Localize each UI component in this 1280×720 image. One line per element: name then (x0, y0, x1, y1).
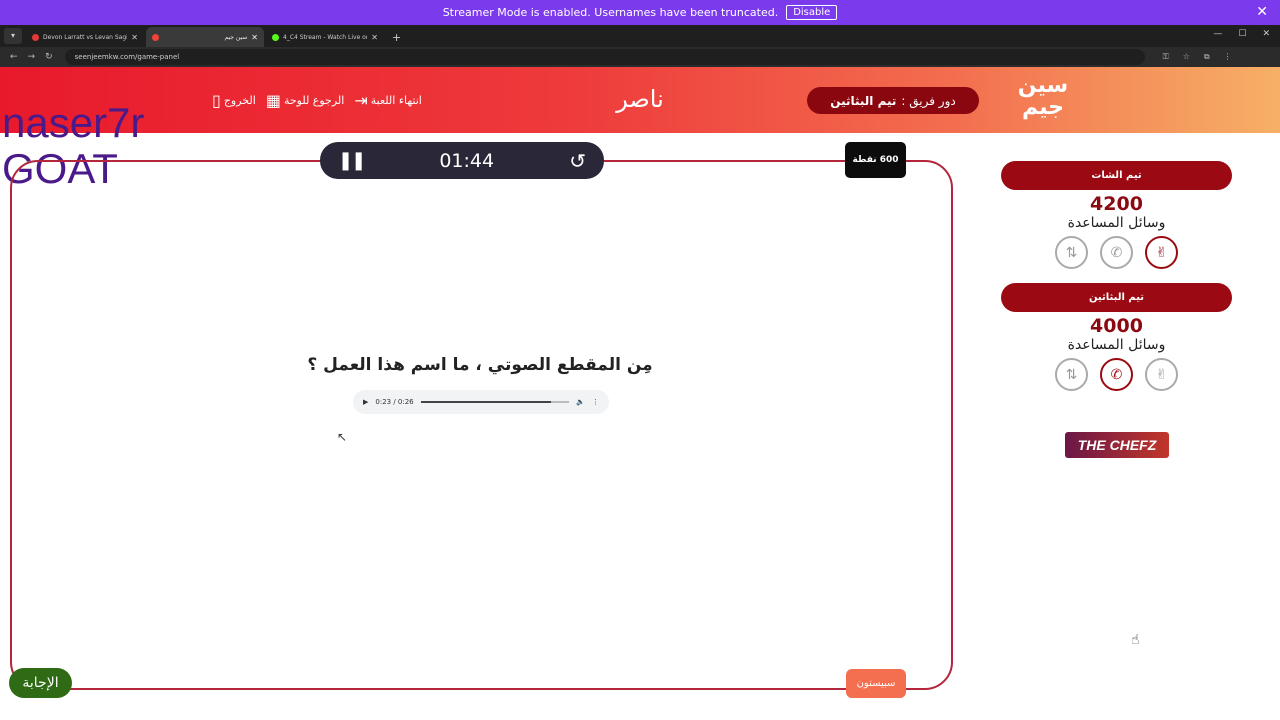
team-name: تيم الشات (1001, 161, 1232, 190)
tab-favicon-icon (32, 33, 39, 41)
phone-icon[interactable]: ✆ (1100, 358, 1133, 391)
end-game-button[interactable]: ⇥ انتهاء اللعبة (354, 91, 422, 110)
window-controls: — ☐ ✕ (1213, 29, 1270, 39)
tab-label: 4_C4 Stream - Watch Live on Ki... (283, 33, 367, 41)
sponsor-logo: THE CHEFZ (1065, 432, 1169, 458)
forward-icon[interactable]: → (28, 52, 36, 62)
team-name: تيم البثاثين (1001, 283, 1232, 312)
timer-display: 01:44 (439, 149, 495, 172)
browser-toolbar-icons: ⚿ ☆ ⧉ ⋮ (1163, 52, 1232, 62)
team-turn-badge: دور فريق : تيم البثاثين (807, 87, 979, 114)
player-name: ناصر (616, 85, 664, 113)
url-text: seenjeemkw.com/game-panel (74, 53, 180, 61)
overlay-line-1: naser7r (2, 99, 145, 146)
points-badge: 600 نقطة (845, 142, 906, 178)
back-to-board-button[interactable]: ▦ الرجوع للوحة (266, 91, 345, 110)
audio-seek-bar[interactable] (420, 401, 570, 403)
tab-label: Devon Larratt vs Levan Saginas... (43, 33, 127, 41)
address-bar-row: ← → ↻ seenjeemkw.com/game-panel ⚿ ☆ ⧉ ⋮ (0, 47, 1280, 67)
browser-tab[interactable]: 4_C4 Stream - Watch Live on Ki... ✕ (266, 27, 384, 47)
swap-icon[interactable]: ⇅ (1055, 358, 1088, 391)
question-text: مِن المقطع الصوتي ، ما اسم هذا العمل ؟ (307, 355, 653, 375)
header-actions: ▯ الخروج ▦ الرجوع للوحة ⇥ انتهاء اللعبة (212, 91, 422, 110)
new-tab-icon[interactable]: + (392, 31, 401, 44)
audio-player[interactable]: ▶ 0:23 / 0:26 🔈 ⋮ (353, 390, 609, 414)
tab-favicon-icon (152, 33, 159, 41)
brand-logo: سين جيم (1017, 73, 1069, 120)
grid-icon: ▦ (265, 91, 281, 110)
victory-hand-icon[interactable]: ✌ (1145, 236, 1178, 269)
victory-hand-icon[interactable]: ✌ (1145, 358, 1178, 391)
audio-time: 0:23 / 0:26 (375, 398, 414, 406)
bookmark-star-icon[interactable]: ☆ (1183, 52, 1190, 62)
tab-label: سين جيم (224, 33, 248, 41)
team-score: 4000 (1090, 315, 1143, 337)
question-board (10, 160, 953, 690)
url-input[interactable]: seenjeemkw.com/game-panel (64, 49, 1145, 65)
back-to-board-label: الرجوع للوحة (283, 94, 345, 107)
turn-prefix: دور فريق : (901, 93, 956, 108)
aids-row: ⇅ ✆ ✌ (1001, 358, 1232, 391)
minimize-icon[interactable]: — (1213, 29, 1222, 39)
back-icon[interactable]: ← (10, 52, 18, 62)
category-badge: سبيستون (846, 669, 906, 698)
close-tab-icon[interactable]: ✕ (371, 33, 378, 42)
browser-tab-active[interactable]: سين جيم ✕ (146, 27, 264, 47)
hand-cursor-icon: ☝ (1131, 632, 1140, 648)
banner-text: Streamer Mode is enabled. Usernames have… (442, 6, 779, 19)
maximize-icon[interactable]: ☐ (1238, 29, 1246, 39)
phone-icon[interactable]: ✆ (1100, 236, 1133, 269)
reset-timer-icon[interactable]: ↺ (569, 149, 586, 173)
pause-icon[interactable]: ❚❚ (338, 150, 366, 171)
play-icon[interactable]: ▶ (363, 398, 368, 406)
close-window-icon[interactable]: ✕ (1262, 29, 1270, 39)
close-tab-icon[interactable]: ✕ (251, 33, 258, 42)
browser-tab-strip: ▾ Devon Larratt vs Levan Saginas... ✕ سي… (0, 25, 1280, 47)
team-panel-chat: تيم الشات 4200 وسائل المساعدة ⇅ ✆ ✌ (1001, 161, 1232, 269)
disable-streamer-mode-button[interactable]: Disable (786, 5, 838, 20)
aids-row: ⇅ ✆ ✌ (1001, 236, 1232, 269)
tab-search-icon[interactable]: ▾ (4, 28, 22, 44)
timer-bar: ❚❚ 01:44 ↺ (320, 142, 604, 179)
swap-icon[interactable]: ⇅ (1055, 236, 1088, 269)
browser-tab[interactable]: Devon Larratt vs Levan Saginas... ✕ (26, 27, 144, 47)
audio-progress-fill (420, 401, 552, 403)
exit-button[interactable]: ▯ الخروج (212, 91, 256, 110)
aids-label: وسائل المساعدة (1067, 215, 1166, 231)
close-tab-icon[interactable]: ✕ (131, 33, 138, 42)
extensions-icon[interactable]: ⧉ (1204, 52, 1210, 62)
end-game-label: انتهاء اللعبة (370, 94, 422, 107)
aids-label: وسائل المساعدة (1067, 337, 1166, 353)
exit-label: الخروج (223, 94, 256, 107)
tab-favicon-icon (272, 33, 279, 41)
mouse-cursor-icon: ↖ (337, 430, 348, 444)
menu-icon[interactable]: ⋮ (1224, 52, 1232, 62)
key-icon[interactable]: ⚿ (1163, 52, 1169, 62)
audio-more-icon[interactable]: ⋮ (592, 398, 599, 406)
team-panel-streamers: تيم البثاثين 4000 وسائل المساعدة ⇅ ✆ ✌ (1001, 283, 1232, 391)
turn-team-name: تيم البثاثين (830, 93, 897, 108)
door-exit-icon: ▯ (212, 91, 221, 110)
reload-icon[interactable]: ↻ (45, 52, 53, 62)
volume-icon[interactable]: 🔈 (576, 398, 585, 406)
streamer-mode-banner: Streamer Mode is enabled. Usernames have… (0, 0, 1280, 25)
answer-button[interactable]: الإجابة (9, 668, 72, 698)
close-icon[interactable]: ✕ (1256, 4, 1268, 20)
arrow-right-icon: ⇥ (354, 91, 368, 110)
team-score: 4200 (1090, 193, 1143, 215)
game-header: سين جيم دور فريق : تيم البثاثين ناصر ▯ ا… (0, 67, 1280, 133)
